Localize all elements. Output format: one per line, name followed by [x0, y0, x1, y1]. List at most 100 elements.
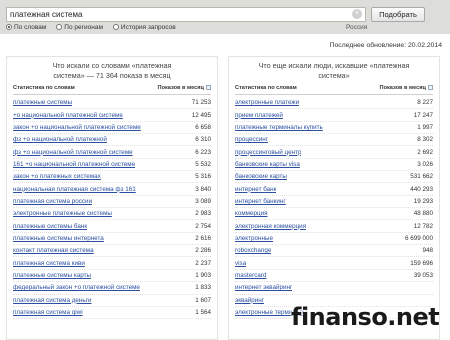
impressions-count: 6 699 000: [404, 234, 433, 242]
table-row: национальная платежная система фз 161 3 8…: [13, 183, 211, 196]
query-link[interactable]: платежные системы: [13, 99, 72, 106]
query-link[interactable]: интернет эквайринг: [235, 284, 292, 291]
query-link[interactable]: коммерция: [235, 210, 268, 217]
query-link[interactable]: +о национальной платежной системе: [13, 112, 123, 119]
query-link[interactable]: прием платежей: [235, 112, 283, 119]
impressions-count: 3 026: [417, 160, 433, 168]
query-link[interactable]: процессинг: [235, 136, 268, 143]
watermark: finanso.net: [291, 303, 440, 331]
stats-list: платежные системы 71 253 +о национальной п…: [13, 97, 211, 320]
query-link[interactable]: закон +о национальной платежной системе: [13, 124, 141, 131]
table-row: закон +о платежных системах 5 316: [13, 171, 211, 184]
clear-icon[interactable]: ×: [352, 9, 362, 19]
impressions-count: 1 564: [195, 309, 211, 317]
query-link[interactable]: интернет банк: [235, 186, 276, 193]
mode-history[interactable]: История запросов: [112, 24, 176, 31]
impressions-count: 1 903: [195, 271, 211, 279]
impressions-count: 19 293: [413, 197, 433, 205]
search-query[interactable]: платежная система: [10, 10, 82, 19]
mode-by-words[interactable]: По словам: [6, 24, 46, 31]
table-row: интернет банкинг 19 293: [235, 196, 433, 209]
table-row: фз +о национальной платежной 6 310: [13, 134, 211, 147]
region-link[interactable]: Россия: [346, 24, 367, 31]
find-button[interactable]: Подобрать: [371, 7, 425, 22]
table-row: платежные системы карты 1 903: [13, 270, 211, 283]
table-row: mastercard 39 053: [235, 270, 433, 283]
query-link[interactable]: закон +о платежных системах: [13, 173, 101, 180]
table-row: электронные платежные системы 2 983: [13, 208, 211, 221]
query-link[interactable]: эквайринг: [235, 297, 264, 304]
query-link[interactable]: 161 +о национальной платежной системе: [13, 161, 135, 168]
mode-by-regions[interactable]: По регионам: [56, 24, 103, 31]
query-link[interactable]: платежные терминалы купить: [235, 124, 323, 131]
table-row: интернет банк 440 293: [235, 183, 433, 196]
search-input[interactable]: платежная система ×: [6, 7, 366, 22]
panel-title: Что искали со словами «платежная система…: [52, 61, 172, 80]
search-toolbar: платежная система × Подобрать По словам …: [0, 0, 450, 34]
table-row: контакт платежная система 2 286: [13, 245, 211, 258]
search-modes: По словам По регионам История запросов: [6, 24, 176, 31]
table-row: платежные терминалы купить 1 997: [235, 122, 433, 135]
impressions-count: 48 880: [413, 210, 433, 218]
query-link[interactable]: электронная коммерция: [235, 223, 306, 230]
query-link[interactable]: интернет банкинг: [235, 198, 286, 205]
query-link[interactable]: платежная система киви: [13, 260, 85, 267]
impressions-count: 39 053: [413, 271, 433, 279]
query-link[interactable]: банковские карты: [235, 173, 287, 180]
table-row: банковские карты 531 662: [235, 171, 433, 184]
table-row: интернет эквайринг: [235, 282, 433, 295]
table-row: +о национальной платежной системе 12 495: [13, 109, 211, 122]
impressions-count: 6 658: [195, 123, 211, 131]
query-link[interactable]: roboxchange: [235, 247, 271, 254]
query-link[interactable]: банковские карты visa: [235, 161, 300, 168]
table-row: электронные 6 699 000: [235, 233, 433, 246]
query-link[interactable]: mastercard: [235, 272, 267, 279]
query-link[interactable]: платежная система россии: [13, 198, 92, 205]
table-row: фз +о национальной платежной системе 6 22…: [13, 146, 211, 159]
table-row: visa 159 696: [235, 257, 433, 270]
table-row: платежная система киви 2 237: [13, 257, 211, 270]
impressions-count: 1 607: [195, 296, 211, 304]
impressions-count: 6 310: [195, 136, 211, 144]
table-row: процессинг 8 302: [235, 134, 433, 147]
query-link[interactable]: фз +о национальной платежной: [13, 136, 107, 143]
radio-icon[interactable]: [6, 24, 12, 30]
impressions-count: 2 286: [195, 247, 211, 255]
query-link[interactable]: платежная система qiwi: [13, 309, 83, 316]
impressions-count: 12 495: [191, 111, 211, 119]
query-link[interactable]: федеральный закон +о платежной системе: [13, 284, 140, 291]
export-icon[interactable]: [428, 85, 433, 90]
query-link[interactable]: национальная платежная система фз 161: [13, 186, 136, 193]
radio-icon[interactable]: [56, 24, 63, 30]
table-row: платежная система деньги 1 607: [13, 295, 211, 307]
query-link[interactable]: платежные системы интернета: [13, 235, 104, 242]
query-link[interactable]: процессинговый центр: [235, 149, 301, 156]
table-row: банковские карты visa 3 026: [235, 159, 433, 172]
table-row: платежные системы 71 253: [13, 97, 211, 110]
export-icon[interactable]: [206, 85, 211, 90]
impressions-count: 12 782: [413, 222, 433, 230]
query-link[interactable]: электронные платежи: [235, 99, 299, 106]
query-link[interactable]: электронные платежные системы: [13, 210, 112, 217]
impressions-count: 2 754: [195, 222, 211, 230]
last-update-text: Последнее обновление: 20.02.2014: [329, 42, 442, 49]
impressions-count: 2 616: [195, 234, 211, 242]
query-link[interactable]: контакт платежная система: [13, 247, 94, 254]
table-row: электронная коммерция 12 782: [235, 220, 433, 233]
impressions-count: 17 247: [413, 111, 433, 119]
impressions-count: 1 833: [195, 284, 211, 292]
table-row: платежная система россии 3 089: [13, 196, 211, 209]
table-row: прием платежей 17 247: [235, 109, 433, 122]
query-link[interactable]: платежные системы банк: [13, 223, 87, 230]
query-link[interactable]: электронные: [235, 235, 273, 242]
query-link[interactable]: visa: [235, 260, 246, 267]
query-link[interactable]: платежная система деньги: [13, 297, 92, 304]
query-link[interactable]: платежные системы карты: [13, 272, 91, 279]
table-row: 161 +о национальной платежной системе 5 5…: [13, 159, 211, 172]
table-row: платежные системы банк 2 754: [13, 220, 211, 233]
query-link[interactable]: фз +о национальной платежной системе: [13, 149, 133, 156]
impressions-count: 2 692: [417, 148, 433, 156]
table-row: платежная система qiwi 1 564: [13, 307, 211, 320]
impressions-count: 2 237: [195, 259, 211, 267]
radio-icon[interactable]: [112, 24, 119, 30]
